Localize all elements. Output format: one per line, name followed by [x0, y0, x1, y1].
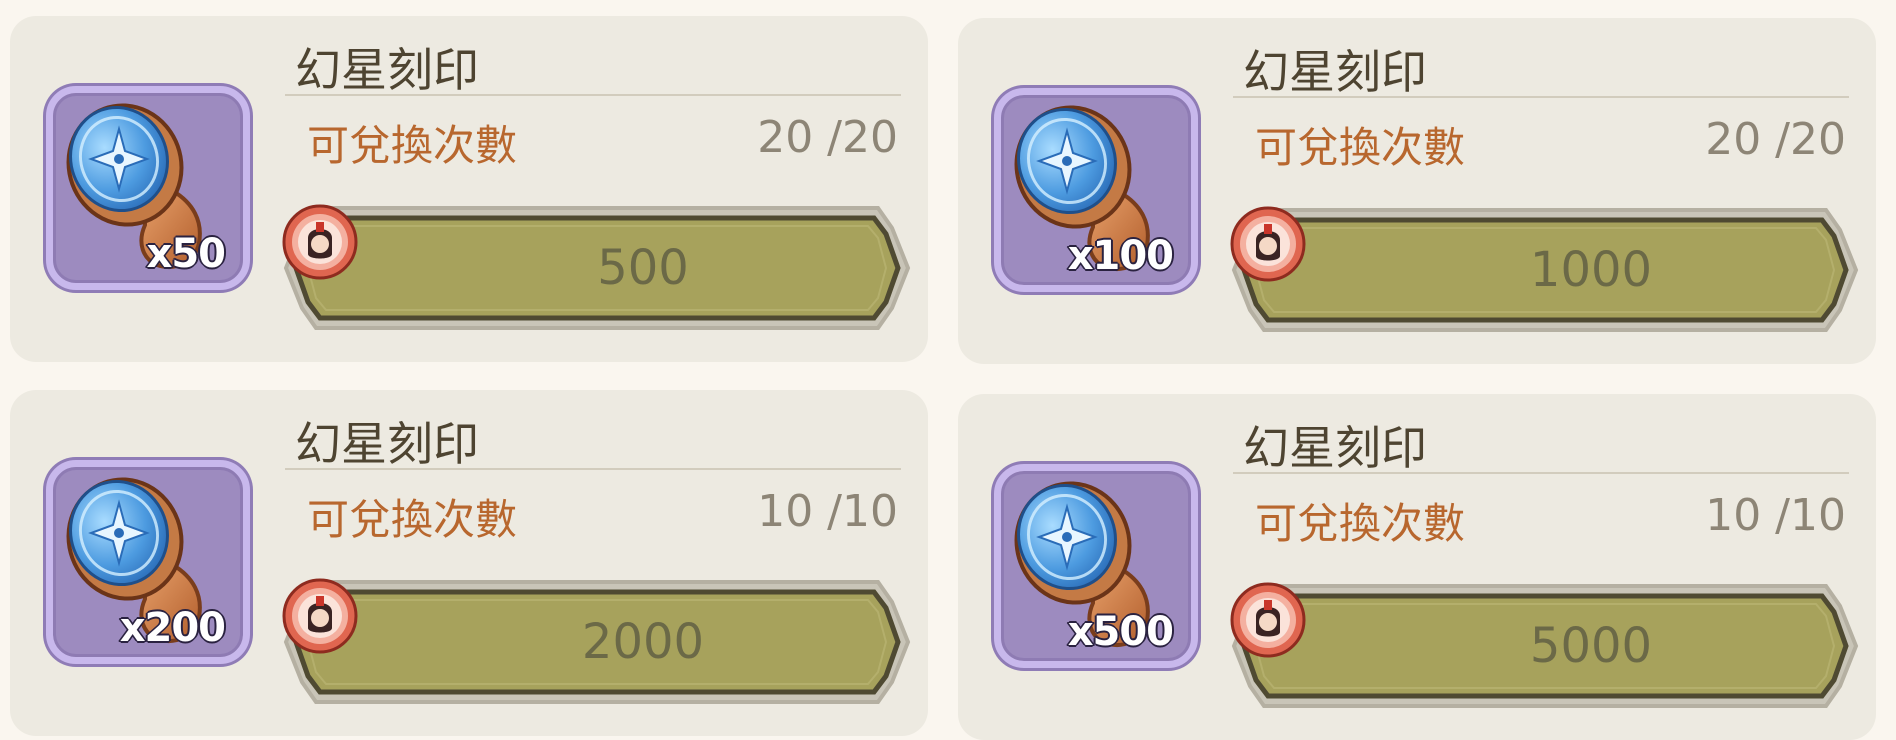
shop-item-card-1: x50 幻星刻印 可兌換次數 20 /20 500 — [10, 16, 928, 362]
character-coin-icon — [1230, 206, 1306, 282]
item-quantity: x500 — [1067, 608, 1175, 656]
item-icon-frame[interactable]: x200 — [46, 460, 250, 664]
exchange-limit-label: 可兌換次數 — [1255, 123, 1466, 172]
exchange-limit-label: 可兌換次數 — [307, 495, 518, 544]
item-title: 幻星刻印 — [295, 417, 479, 471]
divider — [1233, 472, 1849, 474]
price: 500 — [597, 240, 689, 296]
price: 1000 — [1529, 242, 1653, 298]
price: 2000 — [581, 614, 705, 670]
item-title: 幻星刻印 — [1243, 45, 1427, 99]
item-quantity: x100 — [1067, 232, 1175, 280]
item-icon-frame[interactable]: x100 — [994, 88, 1198, 292]
exchange-limit-value: 20 /20 — [757, 112, 898, 163]
item-title: 幻星刻印 — [295, 43, 479, 97]
shop-item-card-3: x200 幻星刻印 可兌換次數 10 /10 2000 — [10, 390, 928, 736]
shop-item-card-2: x100 幻星刻印 可兌換次數 20 /20 1000 — [958, 18, 1876, 364]
exchange-limit-label: 可兌換次數 — [307, 121, 518, 170]
shop-item-card-4: x500 幻星刻印 可兌換次數 10 /10 5000 — [958, 394, 1876, 740]
character-coin-icon — [282, 578, 358, 654]
item-icon-frame[interactable]: x500 — [994, 464, 1198, 668]
buy-button[interactable]: 1000 — [1230, 206, 1860, 334]
divider — [1233, 96, 1849, 98]
exchange-limit-value: 10 /10 — [757, 486, 898, 537]
exchange-limit-value: 10 /10 — [1705, 490, 1846, 541]
item-quantity: x50 — [146, 230, 227, 278]
divider — [285, 94, 901, 96]
price: 5000 — [1529, 618, 1653, 674]
buy-button[interactable]: 500 — [282, 204, 912, 332]
item-title: 幻星刻印 — [1243, 421, 1427, 475]
exchange-limit-value: 20 /20 — [1705, 114, 1846, 165]
character-coin-icon — [282, 204, 358, 280]
item-icon-frame[interactable]: x50 — [46, 86, 250, 290]
buy-button[interactable]: 5000 — [1230, 582, 1860, 710]
character-coin-icon — [1230, 582, 1306, 658]
buy-button[interactable]: 2000 — [282, 578, 912, 706]
exchange-limit-label: 可兌換次數 — [1255, 499, 1466, 548]
item-quantity: x200 — [119, 604, 227, 652]
divider — [285, 468, 901, 470]
